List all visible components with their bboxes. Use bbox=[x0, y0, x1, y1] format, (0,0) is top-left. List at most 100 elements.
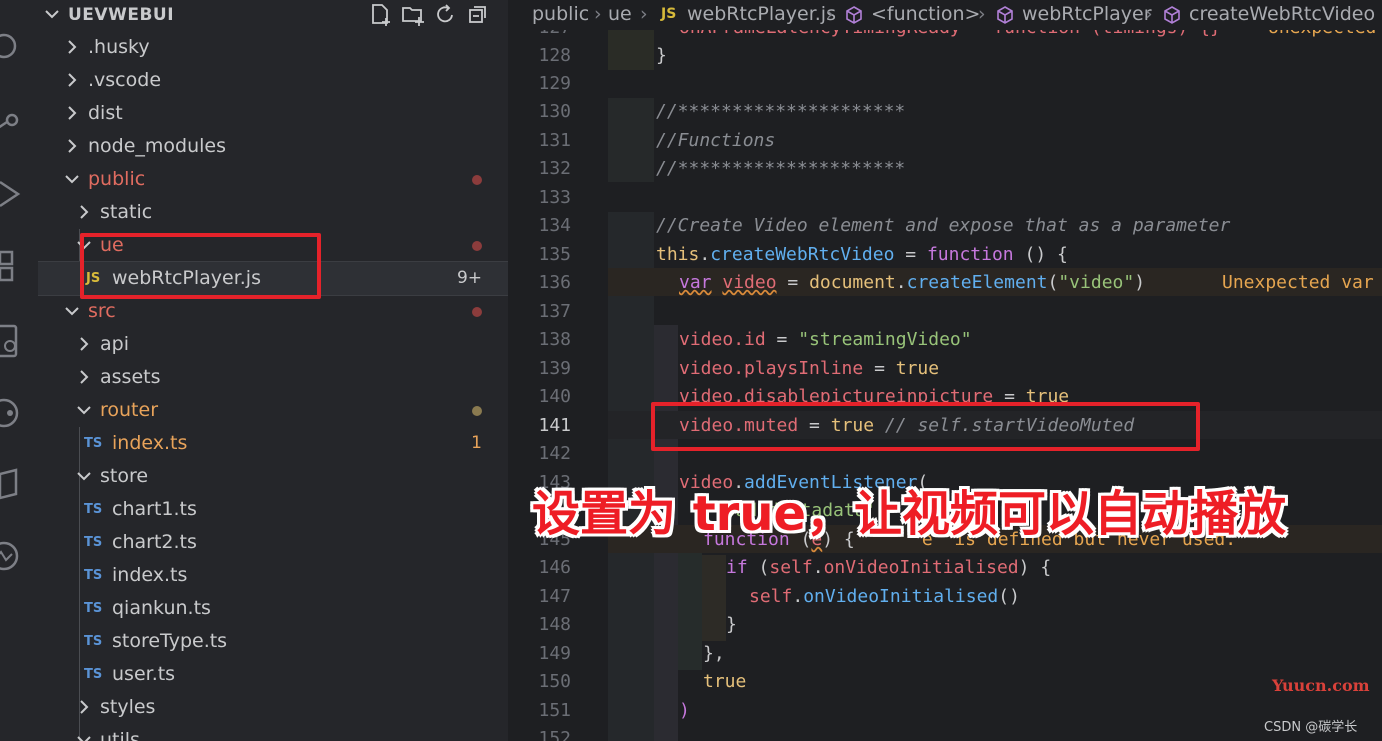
tree-item-chart2-ts[interactable]: TS chart2.ts bbox=[38, 526, 508, 559]
line-number: 132 bbox=[538, 158, 571, 179]
tree-item-public[interactable]: public bbox=[38, 163, 508, 196]
tree-item-styles[interactable]: styles bbox=[38, 691, 508, 724]
typescript-file-icon: TS bbox=[84, 634, 103, 649]
timeline-icon[interactable] bbox=[0, 538, 22, 574]
chevron-right-icon: › bbox=[640, 3, 648, 25]
collapse-all-icon[interactable] bbox=[466, 2, 492, 28]
tree-item-label: index.ts bbox=[112, 564, 188, 586]
modified-indicator bbox=[472, 307, 482, 317]
tree-item-label: dist bbox=[88, 102, 123, 124]
tree-item-src[interactable]: src bbox=[38, 295, 508, 328]
typescript-file-icon: TS bbox=[84, 667, 103, 682]
remote-explorer-icon[interactable] bbox=[0, 324, 22, 360]
chevron-down-icon bbox=[64, 171, 80, 187]
javascript-file-icon: JS bbox=[661, 6, 677, 22]
breadcrumb-item[interactable]: createWebRtcVideo bbox=[1189, 3, 1375, 25]
problem-count-badge: 9+ bbox=[456, 268, 482, 288]
typescript-file-icon: TS bbox=[84, 535, 103, 550]
chevron-right-icon: › bbox=[594, 3, 602, 25]
tree-item-label: static bbox=[100, 201, 153, 223]
new-file-icon[interactable] bbox=[368, 2, 394, 28]
tree-item-node-modules[interactable]: node_modules bbox=[38, 130, 508, 163]
line-number: 131 bbox=[538, 130, 571, 151]
tree-item-label: styles bbox=[100, 696, 156, 718]
tree-item-dist[interactable]: dist bbox=[38, 97, 508, 130]
code-line-134: //Create Video element and expose that a… bbox=[656, 215, 1231, 236]
tree-item-label: assets bbox=[100, 366, 161, 388]
extensions-icon[interactable] bbox=[0, 250, 22, 286]
explorer-sidebar: UEVWEBUI .husky .vscode dist node_module… bbox=[38, 0, 508, 741]
tree-item-store-index-ts[interactable]: TS index.ts bbox=[38, 559, 508, 592]
explorer-header: UEVWEBUI bbox=[38, 0, 508, 30]
line-number: 136 bbox=[538, 272, 571, 293]
tree-item-label: node_modules bbox=[88, 135, 227, 157]
code-line-139: video.playsInline = true bbox=[679, 358, 940, 379]
refresh-icon[interactable] bbox=[432, 2, 458, 28]
tree-item-label: storeType.ts bbox=[112, 630, 228, 652]
code-line-135: this.createWebRtcVideo = function () { bbox=[656, 244, 1068, 265]
line-number: 135 bbox=[538, 244, 571, 265]
tree-item-storetype-ts[interactable]: TS storeType.ts bbox=[38, 625, 508, 658]
chevron-down-icon bbox=[64, 303, 80, 319]
tree-item-qiankun-ts[interactable]: TS qiankun.ts bbox=[38, 592, 508, 625]
line-number: 130 bbox=[538, 101, 571, 122]
activity-bar bbox=[0, 0, 38, 741]
line-number: 148 bbox=[538, 614, 571, 635]
code-line-130: //********************* bbox=[656, 101, 906, 122]
chevron-right-icon bbox=[76, 369, 92, 385]
modified-indicator bbox=[472, 406, 482, 416]
code-editor[interactable]: 127 onAFrameLatencyTimingReady = functio… bbox=[508, 0, 1382, 741]
workspace-title[interactable]: UEVWEBUI bbox=[68, 5, 174, 25]
code-line-128: } bbox=[656, 45, 667, 66]
tree-item-label: .vscode bbox=[88, 69, 162, 91]
problem-count-badge: 1 bbox=[471, 433, 482, 453]
line-number: 151 bbox=[538, 700, 571, 721]
tree-item-vscode[interactable]: .vscode bbox=[38, 64, 508, 97]
annotation-highlight-box bbox=[651, 402, 1200, 451]
chevron-right-icon: › bbox=[978, 3, 986, 25]
tree-item-utils[interactable]: utils bbox=[38, 724, 508, 741]
breadcrumb-item[interactable]: <function> bbox=[871, 3, 980, 25]
explorer-actions bbox=[368, 2, 508, 28]
tree-item-assets[interactable]: assets bbox=[38, 361, 508, 394]
breadcrumb-item[interactable]: webRtcPlayer.js bbox=[687, 3, 836, 25]
chevron-down-icon[interactable] bbox=[42, 4, 62, 24]
source-control-icon[interactable] bbox=[0, 102, 22, 138]
breadcrumb-item[interactable]: ue bbox=[608, 3, 632, 25]
chevron-right-icon: › bbox=[1145, 3, 1153, 25]
line-number: 129 bbox=[538, 73, 571, 94]
run-debug-icon[interactable] bbox=[0, 176, 22, 212]
tree-item-label: router bbox=[100, 399, 159, 421]
tree-item-static[interactable]: static bbox=[38, 196, 508, 229]
chevron-right-icon: › bbox=[826, 3, 834, 25]
tree-item-label: src bbox=[88, 300, 116, 322]
package-icon[interactable] bbox=[0, 466, 22, 502]
cube-icon bbox=[995, 5, 1015, 30]
inline-warning: Unexpected var bbox=[1222, 272, 1374, 293]
annotation-highlight-box bbox=[80, 233, 321, 299]
tree-item-router[interactable]: router bbox=[38, 394, 508, 427]
chevron-down-icon bbox=[76, 468, 92, 484]
code-line-148: } bbox=[726, 614, 737, 635]
tree-item-label: index.ts bbox=[112, 432, 188, 454]
tree-item-husky[interactable]: .husky bbox=[38, 31, 508, 64]
breadcrumb-item[interactable]: webRtcPlayer bbox=[1022, 3, 1152, 25]
chevron-right-icon bbox=[76, 699, 92, 715]
tree-item-chart1-ts[interactable]: TS chart1.ts bbox=[38, 493, 508, 526]
tree-item-label: qiankun.ts bbox=[112, 597, 211, 619]
chevron-right-icon bbox=[64, 105, 80, 121]
tree-item-store[interactable]: store bbox=[38, 460, 508, 493]
code-area[interactable]: 127 onAFrameLatencyTimingReady = functio… bbox=[508, 0, 1382, 741]
code-line-132: //********************* bbox=[656, 158, 906, 179]
breadcrumb: public › ue › JS webRtcPlayer.js › <func… bbox=[508, 0, 1382, 30]
line-number: 138 bbox=[538, 329, 571, 350]
new-folder-icon[interactable] bbox=[400, 2, 426, 28]
tree-item-api[interactable]: api bbox=[38, 328, 508, 361]
tree-item-router-index-ts[interactable]: TS index.ts 1 bbox=[38, 427, 508, 460]
tree-item-user-ts[interactable]: TS user.ts bbox=[38, 658, 508, 691]
breadcrumb-item[interactable]: public bbox=[532, 3, 589, 25]
search-icon[interactable] bbox=[0, 30, 22, 66]
current-line-number: 141 bbox=[538, 415, 571, 436]
git-graph-icon[interactable] bbox=[0, 395, 22, 431]
tree-item-label: chart1.ts bbox=[112, 498, 197, 520]
